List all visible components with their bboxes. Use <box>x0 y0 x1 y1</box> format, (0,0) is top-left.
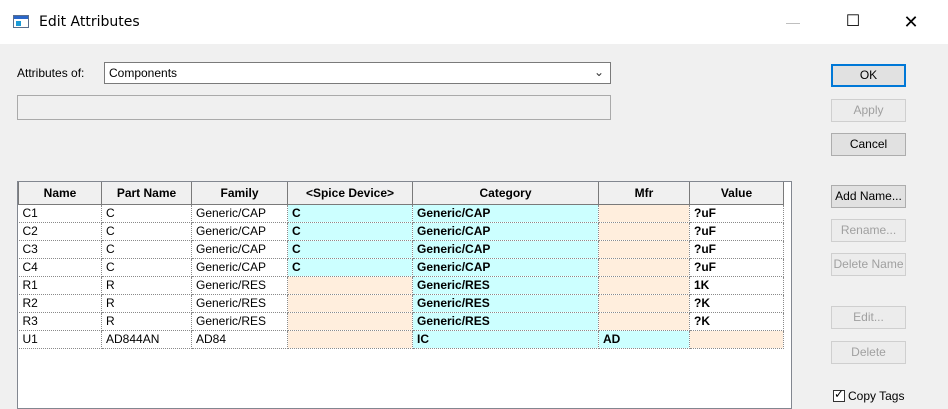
attributes-table: Name Part Name Family <Spice Device> Cat… <box>18 182 784 349</box>
table-cell[interactable]: C <box>287 222 413 241</box>
minimize-icon[interactable]: — <box>770 0 816 44</box>
table-cell[interactable]: C <box>101 204 192 223</box>
attribute-text-field[interactable] <box>17 95 611 120</box>
maximize-icon[interactable]: ☐ <box>830 0 876 44</box>
table-cell[interactable] <box>287 276 413 295</box>
delete-button[interactable]: Delete <box>831 341 906 364</box>
table-cell[interactable] <box>287 312 413 331</box>
table-cell[interactable] <box>598 204 690 223</box>
copy-tags-checkbox[interactable]: ✓ Copy Tags <box>833 387 905 403</box>
table-cell[interactable]: 1K <box>689 276 784 295</box>
column-header[interactable]: Name <box>18 182 102 205</box>
add-name-button[interactable]: Add Name... <box>831 185 906 208</box>
table-cell[interactable]: AD84 <box>191 330 288 349</box>
table-body: C1 C Generic/CAP C Generic/CAP ?uF C2 C Generic/… <box>18 204 784 349</box>
chevron-down-icon: ⌄ <box>593 65 604 79</box>
table-cell[interactable]: ?uF <box>689 240 784 259</box>
checkmark-icon: ✓ <box>834 387 845 401</box>
column-header[interactable]: Part Name <box>101 182 192 205</box>
table-cell[interactable]: C <box>287 204 413 223</box>
attributes-grid: Name Part Name Family <Spice Device> Cat… <box>17 181 792 409</box>
table-cell[interactable]: C <box>101 258 192 277</box>
table-cell[interactable]: C <box>287 258 413 277</box>
table-cell[interactable]: R <box>101 276 192 295</box>
table-cell[interactable]: ?K <box>689 312 784 331</box>
table-row[interactable]: U1 AD844AN AD84 IC AD <box>18 330 784 349</box>
table-header-row: Name Part Name Family <Spice Device> Cat… <box>18 182 784 205</box>
table-cell[interactable]: R <box>101 312 192 331</box>
table-cell[interactable]: AD844AN <box>101 330 192 349</box>
checkbox-icon: ✓ <box>833 387 845 402</box>
column-header[interactable]: Mfr <box>598 182 690 205</box>
rename-button[interactable]: Rename... <box>831 219 906 242</box>
table-row[interactable]: C1 C Generic/CAP C Generic/CAP ?uF <box>18 204 784 223</box>
table-cell[interactable]: Generic/RES <box>412 312 599 331</box>
table-cell[interactable] <box>287 330 413 349</box>
table-row[interactable]: R2 R Generic/RES Generic/RES ?K <box>18 294 784 313</box>
table-cell[interactable]: Generic/RES <box>191 294 288 313</box>
table-cell[interactable] <box>598 222 690 241</box>
app-icon <box>13 15 29 28</box>
table-cell[interactable] <box>598 276 690 295</box>
table-cell[interactable]: R1 <box>18 276 102 295</box>
table-cell[interactable]: C3 <box>18 240 102 259</box>
table-cell[interactable] <box>689 330 784 349</box>
table-cell[interactable] <box>287 294 413 313</box>
table-row[interactable]: C3 C Generic/CAP C Generic/CAP ?uF <box>18 240 784 259</box>
attributes-of-label: Attributes of: <box>17 66 85 80</box>
column-header[interactable]: Value <box>689 182 784 205</box>
table-cell[interactable] <box>598 258 690 277</box>
table-cell[interactable]: C <box>101 240 192 259</box>
column-header[interactable]: Family <box>191 182 288 205</box>
table-cell[interactable]: Generic/RES <box>412 276 599 295</box>
column-header[interactable]: <Spice Device> <box>287 182 413 205</box>
apply-button[interactable]: Apply <box>831 99 906 122</box>
column-header[interactable]: Category <box>412 182 599 205</box>
table-cell[interactable]: C <box>287 240 413 259</box>
table-cell[interactable]: Generic/CAP <box>191 258 288 277</box>
table-cell[interactable]: Generic/CAP <box>191 240 288 259</box>
table-cell[interactable]: Generic/CAP <box>412 258 599 277</box>
table-row[interactable]: R1 R Generic/RES Generic/RES 1K <box>18 276 784 295</box>
delete-name-button[interactable]: Delete Name <box>831 253 906 276</box>
table-cell[interactable]: C1 <box>18 204 102 223</box>
edit-button[interactable]: Edit... <box>831 306 906 329</box>
table-cell[interactable]: ?uF <box>689 204 784 223</box>
table-cell[interactable]: C4 <box>18 258 102 277</box>
table-cell[interactable]: R <box>101 294 192 313</box>
table-cell[interactable]: ?uF <box>689 222 784 241</box>
window-title: Edit Attributes <box>39 14 140 30</box>
table-cell[interactable] <box>598 312 690 331</box>
table-cell[interactable] <box>598 240 690 259</box>
cancel-button[interactable]: Cancel <box>831 133 906 156</box>
table-cell[interactable]: Generic/RES <box>191 312 288 331</box>
attributes-of-dropdown[interactable]: Components ⌄ <box>104 62 611 84</box>
table-cell[interactable]: Generic/CAP <box>191 204 288 223</box>
copy-tags-label: Copy Tags <box>848 389 905 403</box>
table-cell[interactable]: U1 <box>18 330 102 349</box>
table-cell[interactable] <box>598 294 690 313</box>
table-cell[interactable]: R2 <box>18 294 102 313</box>
table-cell[interactable]: Generic/CAP <box>412 222 599 241</box>
table-cell[interactable]: Generic/RES <box>412 294 599 313</box>
table-cell[interactable]: ?uF <box>689 258 784 277</box>
table-cell[interactable]: R3 <box>18 312 102 331</box>
table-cell[interactable]: Generic/CAP <box>191 222 288 241</box>
table-row[interactable]: C2 C Generic/CAP C Generic/CAP ?uF <box>18 222 784 241</box>
title-bar: Edit Attributes — ☐ ✕ <box>0 0 948 44</box>
table-cell[interactable]: Generic/CAP <box>412 240 599 259</box>
table-cell[interactable]: AD <box>598 330 690 349</box>
table-row[interactable]: R3 R Generic/RES Generic/RES ?K <box>18 312 784 331</box>
ok-button[interactable]: OK <box>831 64 906 87</box>
table-cell[interactable]: IC <box>412 330 599 349</box>
edit-attributes-dialog: Edit Attributes — ☐ ✕ Attributes of: Com… <box>0 0 948 409</box>
table-cell[interactable]: Generic/CAP <box>412 204 599 223</box>
table-cell[interactable]: C <box>101 222 192 241</box>
close-icon[interactable]: ✕ <box>888 0 934 44</box>
attributes-of-value: Components <box>109 66 178 80</box>
table-cell[interactable]: C2 <box>18 222 102 241</box>
table-row[interactable]: C4 C Generic/CAP C Generic/CAP ?uF <box>18 258 784 277</box>
table-cell[interactable]: ?K <box>689 294 784 313</box>
table-cell[interactable]: Generic/RES <box>191 276 288 295</box>
